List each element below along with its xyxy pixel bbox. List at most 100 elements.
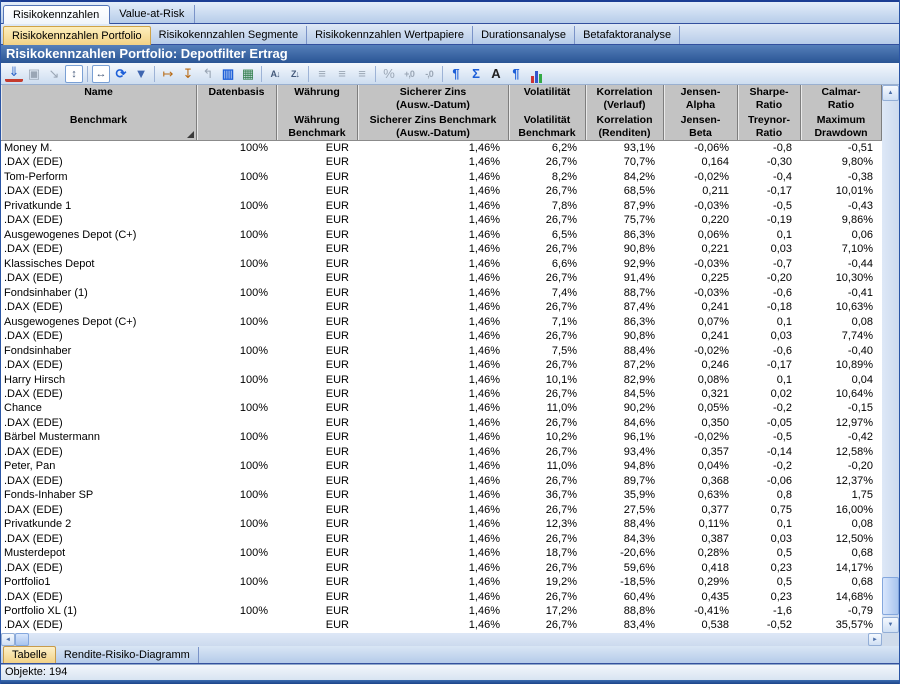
insert-column-icon[interactable]: ↦ xyxy=(159,65,177,83)
optimize-column-width-icon[interactable]: ↔ xyxy=(92,65,110,83)
table-row[interactable]: Tom-Perform100%EUR1,46%8,2%84,2%-0,02%-0… xyxy=(1,170,882,184)
table-cell xyxy=(197,387,277,401)
column-header-korrelation[interactable]: Korrelation (Verlauf)Korrelation (Rendit… xyxy=(586,85,664,140)
table-cell: EUR xyxy=(277,488,358,502)
tab-value-at-risk[interactable]: Value-at-Risk xyxy=(110,5,195,23)
table-row[interactable]: .DAX (EDE)EUR1,46%26,7%75,7%0,220-0,199,… xyxy=(1,213,882,227)
column-statistics-icon[interactable]: ▥ xyxy=(219,65,237,83)
row-statistics-icon[interactable]: ¶ xyxy=(447,65,465,83)
table-row[interactable]: Fondsinhaber100%EUR1,46%7,5%88,4%-0,02%-… xyxy=(1,344,882,358)
sort-descending-icon[interactable]: Z↓ xyxy=(286,65,304,83)
table-row[interactable]: Privatkunde 1100%EUR1,46%7,8%87,9%-0,03%… xyxy=(1,199,882,213)
table-cell: 0,220 xyxy=(664,213,738,227)
table-row[interactable]: .DAX (EDE)EUR1,46%26,7%60,4%0,4350,2314,… xyxy=(1,590,882,604)
table-row[interactable]: Fonds-Inhaber SP100%EUR1,46%36,7%35,9%0,… xyxy=(1,488,882,502)
column-header-name[interactable]: NameBenchmark xyxy=(1,85,197,140)
scroll-left-icon[interactable]: ◄ xyxy=(1,633,15,646)
table-cell: 26,7% xyxy=(509,358,586,372)
scroll-right-icon[interactable]: ► xyxy=(868,633,882,646)
filter-icon[interactable]: ▼ xyxy=(132,65,150,83)
table-row[interactable]: .DAX (EDE)EUR1,46%26,7%27,5%0,3770,7516,… xyxy=(1,503,882,517)
view-tab-tabelle[interactable]: Tabelle xyxy=(3,646,56,663)
table-row[interactable]: .DAX (EDE)EUR1,46%26,7%70,7%0,164-0,309,… xyxy=(1,155,882,169)
column-header-währung[interactable]: WährungWährung Benchmark xyxy=(277,85,358,140)
table-cell: 0,221 xyxy=(664,242,738,256)
scroll-up-icon[interactable]: ▲ xyxy=(882,85,899,101)
table-row[interactable]: Harry Hirsch100%EUR1,46%10,1%82,9%0,08%0… xyxy=(1,373,882,387)
vertical-scroll-track[interactable] xyxy=(882,101,899,617)
column-header-jensen[interactable]: Jensen- AlphaJensen- Beta xyxy=(664,85,738,140)
sort-ascending-icon[interactable]: A↓ xyxy=(266,65,284,83)
scroll-down-icon[interactable]: ▼ xyxy=(882,617,899,633)
select-columns-icon[interactable]: ▦ xyxy=(239,65,257,83)
table-row[interactable]: .DAX (EDE)EUR1,46%26,7%90,8%0,2210,037,1… xyxy=(1,242,882,256)
table-row[interactable]: Ausgewogenes Depot (C+)100%EUR1,46%7,1%8… xyxy=(1,315,882,329)
table-row[interactable]: .DAX (EDE)EUR1,46%26,7%90,8%0,2410,037,7… xyxy=(1,329,882,343)
column-header-sicherer-zins[interactable]: Sicherer Zins (Ausw.-Datum)Sicherer Zins… xyxy=(358,85,509,140)
tab-risikokennzahlen-segmente[interactable]: Risikokennzahlen Segmente xyxy=(151,26,307,44)
refresh-icon[interactable]: ⟳ xyxy=(112,65,130,83)
table-row[interactable]: Chance100%EUR1,46%11,0%90,2%0,05%-0,2-0,… xyxy=(1,401,882,415)
optimize-row-height-icon[interactable]: ↕ xyxy=(65,65,83,83)
table-row[interactable]: Money M.100%EUR1,46%6,2%93,1%-0,06%-0,8-… xyxy=(1,141,882,155)
vertical-scrollbar[interactable]: ▲ ▼ xyxy=(882,85,899,633)
column-header-sharpe[interactable]: Sharpe- RatioTreynor- Ratio xyxy=(738,85,801,140)
table-row[interactable]: Privatkunde 2100%EUR1,46%12,3%88,4%0,11%… xyxy=(1,517,882,531)
table-row[interactable]: Klassisches Depot100%EUR1,46%6,6%92,9%-0… xyxy=(1,257,882,271)
table-cell: EUR xyxy=(277,373,358,387)
table-row[interactable]: .DAX (EDE)EUR1,46%26,7%91,4%0,225-0,2010… xyxy=(1,271,882,285)
add-column-icon[interactable]: ↧ xyxy=(179,65,197,83)
table-cell: 0,03 xyxy=(738,532,801,546)
table-row[interactable]: Fondsinhaber (1)100%EUR1,46%7,4%88,7%-0,… xyxy=(1,286,882,300)
table-row[interactable]: .DAX (EDE)EUR1,46%26,7%59,6%0,4180,2314,… xyxy=(1,561,882,575)
horizontal-scrollbar[interactable]: ◄ ► xyxy=(1,633,882,646)
table-row[interactable]: .DAX (EDE)EUR1,46%26,7%84,6%0,350-0,0512… xyxy=(1,416,882,430)
table-row[interactable]: .DAX (EDE)EUR1,46%26,7%87,4%0,241-0,1810… xyxy=(1,300,882,314)
table-row[interactable]: Ausgewogenes Depot (C+)100%EUR1,46%6,5%8… xyxy=(1,228,882,242)
column-header-datenbasis[interactable]: Datenbasis xyxy=(197,85,277,140)
column-filter-icon[interactable]: ¶ xyxy=(507,65,525,83)
table-row[interactable]: .DAX (EDE)EUR1,46%26,7%84,3%0,3870,0312,… xyxy=(1,532,882,546)
horizontal-scroll-thumb[interactable] xyxy=(15,633,29,646)
tab-durationsanalyse[interactable]: Durationsanalyse xyxy=(473,26,575,44)
tab-risikokennzahlen-portfolio[interactable]: Risikokennzahlen Portfolio xyxy=(3,26,151,45)
table-row[interactable]: .DAX (EDE)EUR1,46%26,7%87,2%0,246-0,1710… xyxy=(1,358,882,372)
tab-risikokennzahlen-wertpapiere[interactable]: Risikokennzahlen Wertpapiere xyxy=(307,26,473,44)
table-cell: 0,06 xyxy=(801,228,882,242)
column-header-calmar[interactable]: Calmar- RatioMaximum Drawdown xyxy=(801,85,882,140)
table-cell: EUR xyxy=(277,344,358,358)
column-label-bottom: Volatilität Benchmark xyxy=(509,113,585,141)
table-cell: Harry Hirsch xyxy=(1,373,197,387)
table-row[interactable]: Bärbel Mustermann100%EUR1,46%10,2%96,1%-… xyxy=(1,430,882,444)
table-row[interactable]: Musterdepot100%EUR1,46%18,7%-20,6%0,28%0… xyxy=(1,546,882,560)
table-cell: Peter, Pan xyxy=(1,459,197,473)
sum-icon[interactable]: Σ xyxy=(467,65,485,83)
column-header-volatilität[interactable]: VolatilitätVolatilität Benchmark xyxy=(509,85,586,140)
view-tab-rendite-risiko-diagramm[interactable]: Rendite-Risiko-Diagramm xyxy=(56,647,199,663)
table-cell: EUR xyxy=(277,141,358,155)
tab-betafaktoranalyse[interactable]: Betafaktoranalyse xyxy=(575,26,680,44)
table-cell: 9,86% xyxy=(801,213,882,227)
table-row[interactable]: Portfolio XL (1)100%EUR1,46%17,2%88,8%-0… xyxy=(1,604,882,618)
table-cell: .DAX (EDE) xyxy=(1,271,197,285)
export-table-icon[interactable]: ⇓ xyxy=(5,65,23,82)
tab-risikokennzahlen[interactable]: Risikokennzahlen xyxy=(3,5,110,24)
horizontal-scroll-track[interactable] xyxy=(29,633,868,646)
table-row[interactable]: Portfolio1100%EUR1,46%19,2%-18,5%0,29%0,… xyxy=(1,575,882,589)
chart-view-icon[interactable] xyxy=(527,65,545,83)
table-cell: 87,2% xyxy=(586,358,664,372)
vertical-scroll-thumb[interactable] xyxy=(882,577,899,615)
table-cell: 1,46% xyxy=(358,618,509,632)
column-label-top: Jensen- Alpha xyxy=(664,85,737,113)
table-row[interactable]: Peter, Pan100%EUR1,46%11,0%94,8%0,04%-0,… xyxy=(1,459,882,473)
table-row[interactable]: .DAX (EDE)EUR1,46%26,7%89,7%0,368-0,0612… xyxy=(1,474,882,488)
table-cell: 100% xyxy=(197,488,277,502)
table-row[interactable]: .DAX (EDE)EUR1,46%26,7%68,5%0,211-0,1710… xyxy=(1,184,882,198)
table-row[interactable]: .DAX (EDE)EUR1,46%26,7%93,4%0,357-0,1412… xyxy=(1,445,882,459)
table-row[interactable]: .DAX (EDE)EUR1,46%26,7%83,4%0,538-0,5235… xyxy=(1,618,882,632)
table-row[interactable]: .DAX (EDE)EUR1,46%26,7%84,5%0,3210,0210,… xyxy=(1,387,882,401)
column-label-bottom xyxy=(197,113,276,141)
table-cell: 0,75 xyxy=(738,503,801,517)
font-icon[interactable]: A xyxy=(487,65,505,83)
table-cell: 1,46% xyxy=(358,517,509,531)
